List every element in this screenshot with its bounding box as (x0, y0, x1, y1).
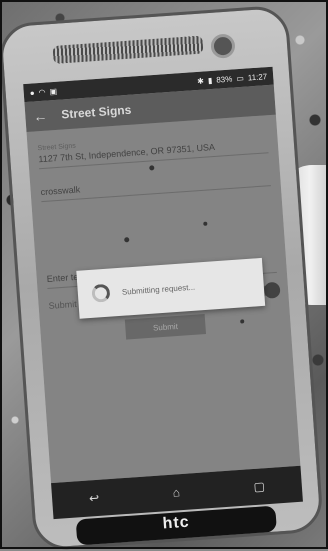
image-border (0, 0, 328, 549)
